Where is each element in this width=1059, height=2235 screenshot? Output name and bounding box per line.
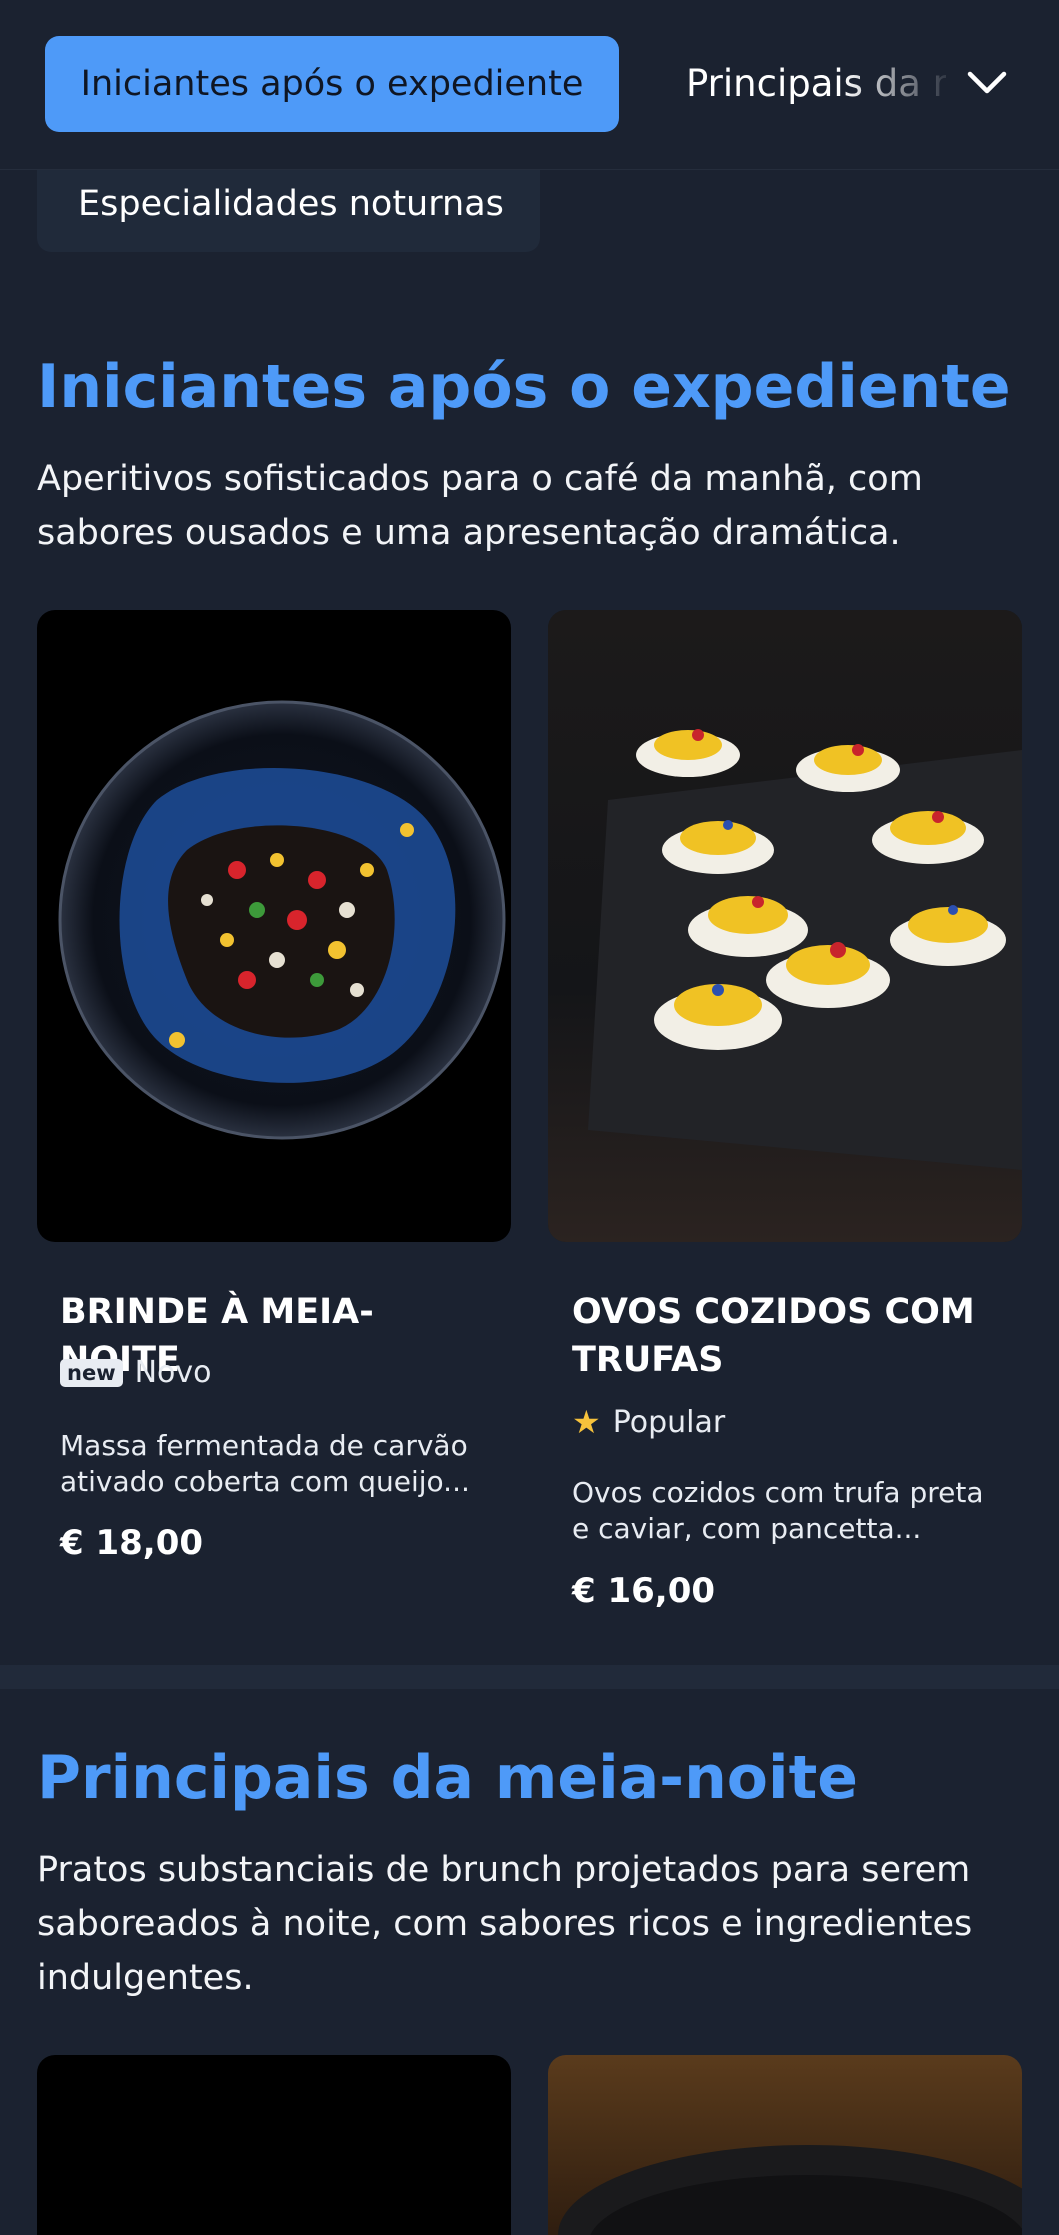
badge-label: Popular (612, 1404, 726, 1440)
section-description: Pratos substanciais de brunch projetados… (37, 1850, 973, 1998)
dish-image[interactable] (548, 2055, 1022, 2235)
dish-image[interactable] (37, 2055, 511, 2235)
dish-name[interactable]: OVOS COZIDOS COM TRUFAS (572, 1288, 992, 1384)
star-icon: ★ (572, 1403, 601, 1441)
section-description: Aperitivos sofisticados para o café da m… (37, 459, 923, 553)
tab-especialidades[interactable]: Especialidades noturnas (37, 166, 540, 252)
dish-image-midnight-toast[interactable] (37, 610, 511, 1242)
new-icon: new (60, 1358, 123, 1387)
badge-label: Novo (134, 1355, 212, 1390)
dish-description: Ovos cozidos com trufa preta e caviar, c… (572, 1476, 984, 1545)
dish-badge: new Novo (60, 1355, 212, 1390)
section-divider (0, 1665, 1059, 1689)
dish-badge: ★ Popular (572, 1403, 725, 1441)
tab-principais[interactable]: Principais da meia-noite (686, 36, 946, 132)
section-title: Principais da meia-noite (37, 1743, 858, 1813)
dish-description: Massa fermentada de carvão ativado cober… (60, 1429, 470, 1498)
tab-iniciantes[interactable]: Iniciantes após o expediente (45, 36, 619, 132)
category-nav: Iniciantes após o expediente Principais … (0, 0, 1059, 170)
section-title: Iniciantes após o expediente (37, 352, 1011, 422)
dish-price: € 18,00 (60, 1523, 204, 1563)
chevron-down-icon[interactable] (962, 58, 1012, 108)
dish-image-truffle-eggs[interactable] (548, 610, 1022, 1242)
dish-price: € 16,00 (572, 1571, 716, 1611)
